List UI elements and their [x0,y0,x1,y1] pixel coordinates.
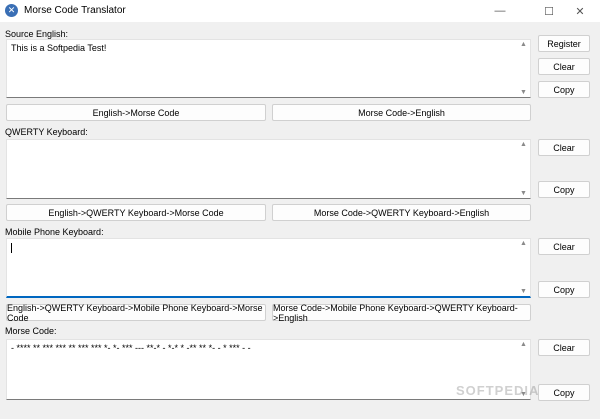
scroll-up-arrow-icon[interactable]: ▲ [520,41,527,48]
vertical-scrollbar[interactable]: ▲ ▼ [517,40,530,97]
morse-clear-button[interactable]: Clear [538,339,590,356]
english-qwerty-mobile-morse-button[interactable]: English->QWERTY Keyboard->Mobile Phone K… [6,303,266,323]
mobile-phone-keyboard-textbox[interactable]: ▲ ▼ [6,238,531,298]
morse-mobile-qwerty-english-button[interactable]: Morse Code->Mobile Phone Keyboard->QWERT… [272,303,531,323]
source-copy-button[interactable]: Copy [538,81,590,98]
morse-to-english-button[interactable]: Morse Code->English [272,104,531,121]
source-english-label: Source English: [5,29,69,39]
mobile-phone-keyboard-label: Mobile Phone Keyboard: [5,227,104,237]
title-bar: ✕ Morse Code Translator — ☐ ✕ [0,0,600,22]
scroll-up-arrow-icon[interactable]: ▲ [520,341,527,348]
scroll-up-arrow-icon[interactable]: ▲ [520,240,527,247]
source-clear-button[interactable]: Clear [538,58,590,75]
close-icon[interactable]: ✕ [560,0,600,22]
qwerty-clear-button[interactable]: Clear [538,139,590,156]
morse-code-textbox[interactable]: - **** ** *** *** ** *** *** *- *- *** -… [6,339,531,400]
morse-app-icon: ✕ [5,4,18,17]
text-caret [11,243,12,253]
scroll-down-arrow-icon[interactable]: ▼ [520,288,527,295]
source-english-text: This is a Softpedia Test! [11,43,107,53]
vertical-scrollbar[interactable]: ▲ ▼ [517,239,530,296]
app-window: ✕ Morse Code Translator — ☐ ✕ Source Eng… [0,0,600,419]
morse-qwerty-english-button[interactable]: Morse Code->QWERTY Keyboard->English [272,204,531,221]
scroll-down-arrow-icon[interactable]: ▼ [520,190,527,197]
morse-copy-button[interactable]: Copy [538,384,590,401]
scroll-up-arrow-icon[interactable]: ▲ [520,141,527,148]
qwerty-keyboard-textbox[interactable]: ▲ ▼ [6,139,531,199]
qwerty-copy-button[interactable]: Copy [538,181,590,198]
qwerty-keyboard-label: QWERTY Keyboard: [5,127,88,137]
english-qwerty-morse-button[interactable]: English->QWERTY Keyboard->Morse Code [6,204,266,221]
register-button[interactable]: Register [538,35,590,52]
minimize-icon[interactable]: — [480,0,520,22]
softpedia-watermark: SOFTPEDIA [456,383,540,398]
morse-code-label: Morse Code: [5,326,57,336]
english-to-morse-button[interactable]: English->Morse Code [6,104,266,121]
mobile-clear-button[interactable]: Clear [538,238,590,255]
mobile-copy-button[interactable]: Copy [538,281,590,298]
morse-code-text: - **** ** *** *** ** *** *** *- *- *** -… [11,343,251,353]
window-title: Morse Code Translator [24,5,126,16]
scroll-down-arrow-icon[interactable]: ▼ [520,89,527,96]
source-english-textbox[interactable]: This is a Softpedia Test! ▲ ▼ [6,39,531,98]
vertical-scrollbar[interactable]: ▲ ▼ [517,140,530,198]
